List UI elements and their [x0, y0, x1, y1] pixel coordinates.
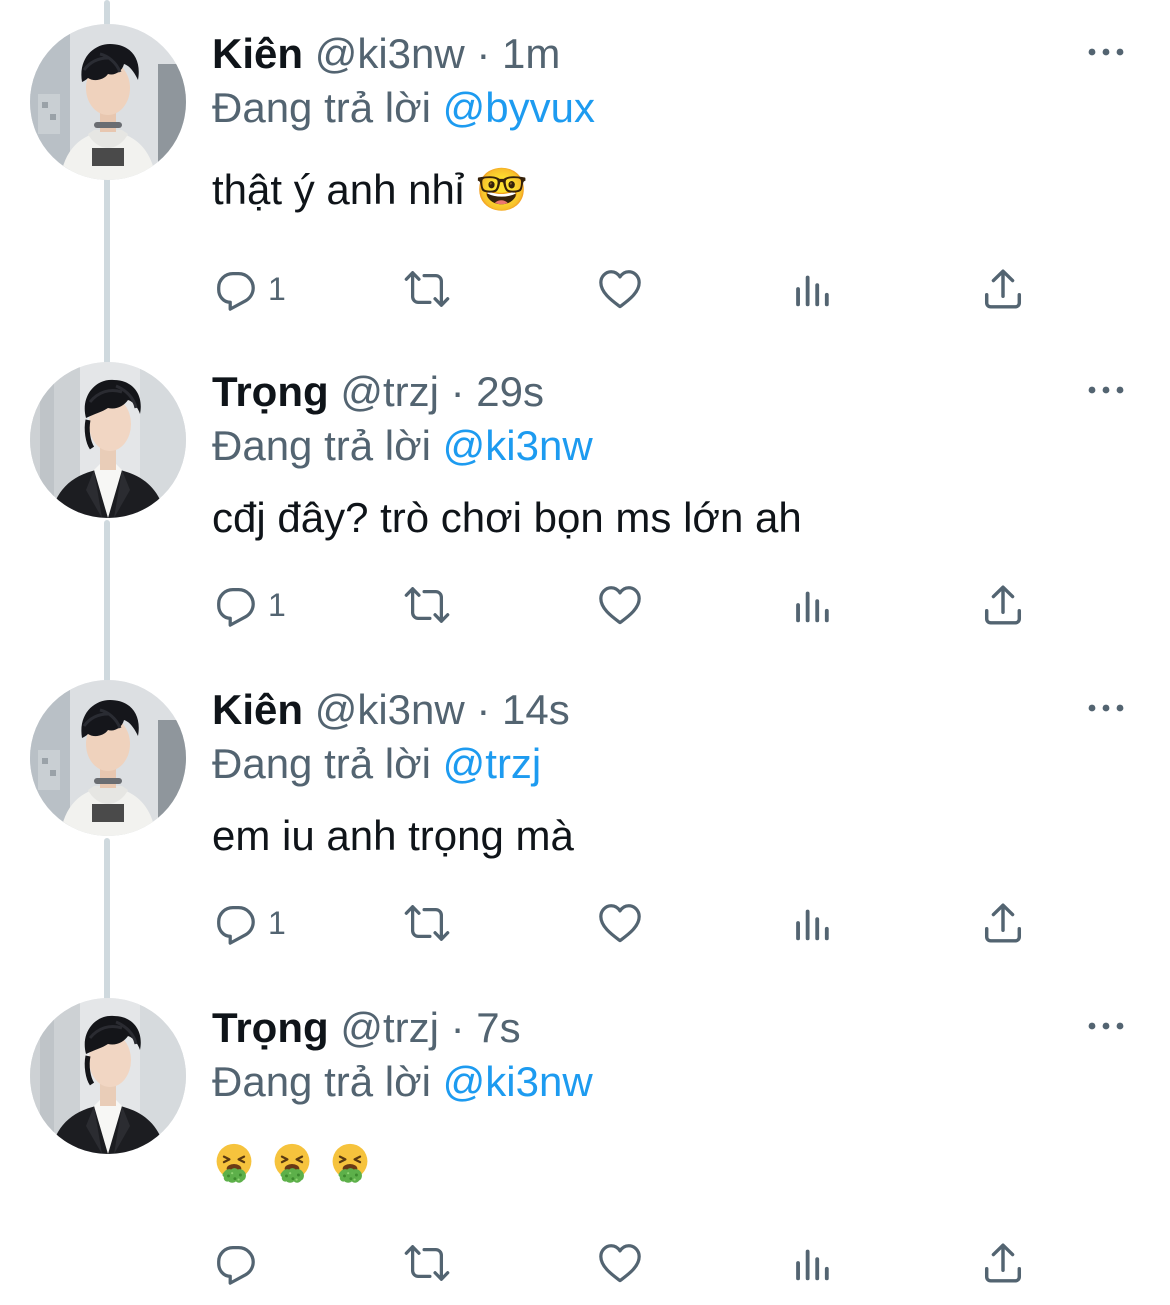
- tweet-text: thật ý anh nhỉ 🤓: [212, 166, 529, 213]
- retweet-button[interactable]: [398, 580, 456, 630]
- tweet-emoji-row: [212, 1140, 372, 1188]
- mention-link[interactable]: @ki3nw: [443, 1058, 593, 1105]
- like-button[interactable]: [596, 898, 644, 948]
- share-icon: [980, 266, 1026, 312]
- stats-icon: [790, 1240, 836, 1286]
- mention-link[interactable]: @byvux: [443, 84, 595, 131]
- stats-icon: [790, 900, 836, 946]
- tweet-header: Trọng @trzj · 7s: [212, 1000, 521, 1056]
- reply-button[interactable]: 1: [212, 264, 286, 314]
- display-name[interactable]: Kiên: [212, 30, 303, 77]
- like-icon: [596, 1240, 644, 1286]
- reply-icon: [212, 266, 258, 312]
- reply-thread: Kiên @ki3nw · 1m Đang trả lời @byvux thậ…: [0, 0, 1170, 1305]
- replying-prefix: Đang trả lời: [212, 740, 431, 787]
- separator-dot: ·: [450, 368, 465, 415]
- like-icon: [596, 900, 644, 946]
- tweet-actions: 1: [212, 580, 1042, 630]
- share-icon: [980, 582, 1026, 628]
- replying-prefix: Đang trả lời: [212, 422, 431, 469]
- replying-prefix: Đang trả lời: [212, 1058, 431, 1105]
- replying-prefix: Đang trả lời: [212, 84, 431, 131]
- stats-icon: [790, 266, 836, 312]
- more-icon[interactable]: [1086, 1016, 1126, 1036]
- retweet-icon: [398, 266, 456, 312]
- retweet-button[interactable]: [398, 898, 456, 948]
- reply-count: 1: [268, 270, 286, 307]
- share-button[interactable]: [980, 1238, 1026, 1288]
- avatar[interactable]: [30, 998, 186, 1154]
- retweet-button[interactable]: [398, 1238, 456, 1288]
- like-button[interactable]: [596, 1238, 644, 1288]
- share-icon: [980, 900, 1026, 946]
- reply-count: 1: [268, 586, 286, 623]
- like-icon: [596, 266, 644, 312]
- more-icon[interactable]: [1086, 380, 1126, 400]
- timestamp[interactable]: 29s: [476, 368, 544, 415]
- share-button[interactable]: [980, 898, 1026, 948]
- mention-link[interactable]: @ki3nw: [443, 422, 593, 469]
- stats-button[interactable]: [790, 898, 836, 948]
- retweet-button[interactable]: [398, 264, 456, 314]
- avatar[interactable]: [30, 680, 186, 836]
- display-name[interactable]: Trọng: [212, 368, 329, 415]
- replying-to: Đang trả lời @ki3nw: [212, 418, 593, 474]
- retweet-icon: [398, 582, 456, 628]
- reply-button[interactable]: 1: [212, 898, 286, 948]
- avatar[interactable]: [30, 362, 186, 518]
- user-handle[interactable]: @ki3nw: [315, 30, 465, 77]
- replying-to: Đang trả lời @ki3nw: [212, 1054, 593, 1110]
- like-icon: [596, 582, 644, 628]
- tweet-actions: [212, 1238, 1042, 1288]
- replying-to: Đang trả lời @byvux: [212, 80, 595, 136]
- stats-button[interactable]: [790, 580, 836, 630]
- vomiting-face-emoji: [270, 1140, 314, 1188]
- replying-to: Đang trả lời @trzj: [212, 736, 541, 792]
- timestamp[interactable]: 1m: [502, 30, 560, 77]
- stats-button[interactable]: [790, 264, 836, 314]
- tweet[interactable]: Trọng @trzj · 7s Đang trả lời @ki3nw: [0, 998, 1170, 1298]
- user-handle[interactable]: @trzj: [340, 368, 439, 415]
- reply-button[interactable]: [212, 1238, 258, 1288]
- separator-dot: ·: [476, 30, 491, 77]
- reply-count: 1: [268, 904, 286, 941]
- tweet-header: Trọng @trzj · 29s: [212, 364, 544, 420]
- share-button[interactable]: [980, 580, 1026, 630]
- vomiting-face-emoji: [328, 1140, 372, 1188]
- tweet-text: em iu anh trọng mà: [212, 812, 574, 859]
- share-button[interactable]: [980, 264, 1026, 314]
- tweet[interactable]: Kiên @ki3nw · 14s Đang trả lời @trzj em …: [0, 680, 1170, 960]
- timestamp[interactable]: 14s: [502, 686, 570, 733]
- tweet[interactable]: Trọng @trzj · 29s Đang trả lời @ki3nw cđ…: [0, 362, 1170, 642]
- display-name[interactable]: Trọng: [212, 1004, 329, 1051]
- reply-icon: [212, 1240, 258, 1286]
- avatar[interactable]: [30, 24, 186, 180]
- tweet-actions: 1: [212, 898, 1042, 948]
- display-name[interactable]: Kiên: [212, 686, 303, 733]
- more-icon[interactable]: [1086, 698, 1126, 718]
- tweet-text: cđj đây? trò chơi bọn ms lớn ah: [212, 494, 802, 541]
- like-button[interactable]: [596, 580, 644, 630]
- separator-dot: ·: [450, 1004, 465, 1051]
- reply-button[interactable]: 1: [212, 580, 286, 630]
- reply-icon: [212, 900, 258, 946]
- tweet-header: Kiên @ki3nw · 1m: [212, 26, 560, 82]
- share-icon: [980, 1240, 1026, 1286]
- user-handle[interactable]: @trzj: [340, 1004, 439, 1051]
- tweet[interactable]: Kiên @ki3nw · 1m Đang trả lời @byvux thậ…: [0, 24, 1170, 324]
- timestamp[interactable]: 7s: [476, 1004, 520, 1051]
- reply-icon: [212, 582, 258, 628]
- stats-icon: [790, 582, 836, 628]
- tweet-actions: 1: [212, 264, 1042, 314]
- mention-link[interactable]: @trzj: [443, 740, 542, 787]
- like-button[interactable]: [596, 264, 644, 314]
- more-icon[interactable]: [1086, 42, 1126, 62]
- retweet-icon: [398, 900, 456, 946]
- retweet-icon: [398, 1240, 456, 1286]
- tweet-header: Kiên @ki3nw · 14s: [212, 682, 570, 738]
- stats-button[interactable]: [790, 1238, 836, 1288]
- user-handle[interactable]: @ki3nw: [315, 686, 465, 733]
- vomiting-face-emoji: [212, 1140, 256, 1188]
- separator-dot: ·: [476, 686, 491, 733]
